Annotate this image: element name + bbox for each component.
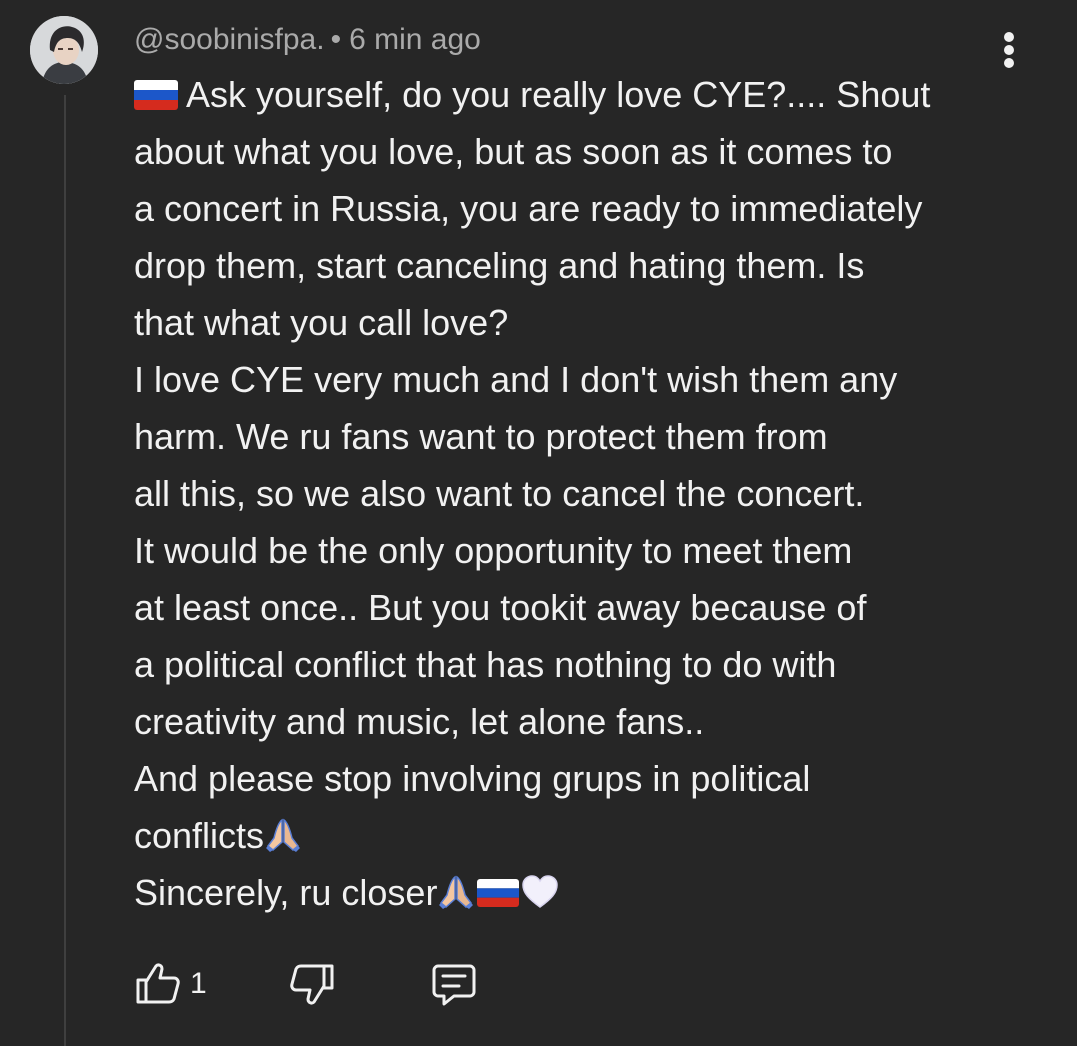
folded-hands-emoji — [264, 816, 302, 854]
comment-line: I love CYE very much and I don't wish th… — [134, 359, 898, 400]
comment-line: about what you love, but as soon as it c… — [134, 131, 893, 172]
thread-line — [64, 95, 66, 1046]
comment-line: conflicts — [134, 807, 1034, 864]
comment-line: creativity and music, let alone fans.. — [134, 701, 705, 742]
dislike-button[interactable] — [288, 960, 338, 1008]
comment-line: at least once.. But you tookit away beca… — [134, 587, 867, 628]
username[interactable]: @soobinisfpa. — [134, 23, 325, 56]
like-button[interactable]: 1 — [134, 960, 214, 1008]
comment-line: all this, so we also want to cancel the … — [134, 473, 865, 514]
comment-line: harm. We ru fans want to protect them fr… — [134, 416, 828, 457]
meta-separator: • — [330, 23, 342, 56]
russia-flag-emoji — [477, 879, 520, 907]
comment-line: a political conflict that has nothing to… — [134, 644, 837, 685]
thumb-up-icon — [136, 963, 180, 1004]
comment-line: drop them, start canceling and hating th… — [134, 245, 865, 286]
timestamp: 6 min ago — [349, 23, 481, 56]
comment-icon — [432, 964, 476, 1006]
folded-hands-emoji — [437, 873, 475, 911]
comment-line: It would be the only opportunity to meet… — [134, 530, 853, 571]
russia-flag-emoji — [134, 80, 178, 110]
reply-button[interactable] — [430, 960, 480, 1008]
comment-line: And please stop involving grups in polit… — [134, 758, 811, 799]
like-count: 1 — [190, 967, 207, 1000]
comment-text: Ask yourself, do you really love CYE?...… — [134, 66, 1034, 921]
thumb-down-icon — [290, 964, 334, 1005]
comment-line: Ask yourself, do you really love CYE?...… — [134, 66, 1034, 123]
white-heart-emoji — [521, 873, 559, 911]
comment-line: a concert in Russia, you are ready to im… — [134, 188, 923, 229]
comment-line: that what you call love? — [134, 302, 509, 343]
comment-line: Sincerely, ru closer — [134, 864, 1034, 921]
comment-meta: @soobinisfpa. • 6 min ago — [134, 20, 481, 60]
avatar-image — [30, 16, 98, 84]
user-avatar[interactable] — [30, 16, 98, 84]
